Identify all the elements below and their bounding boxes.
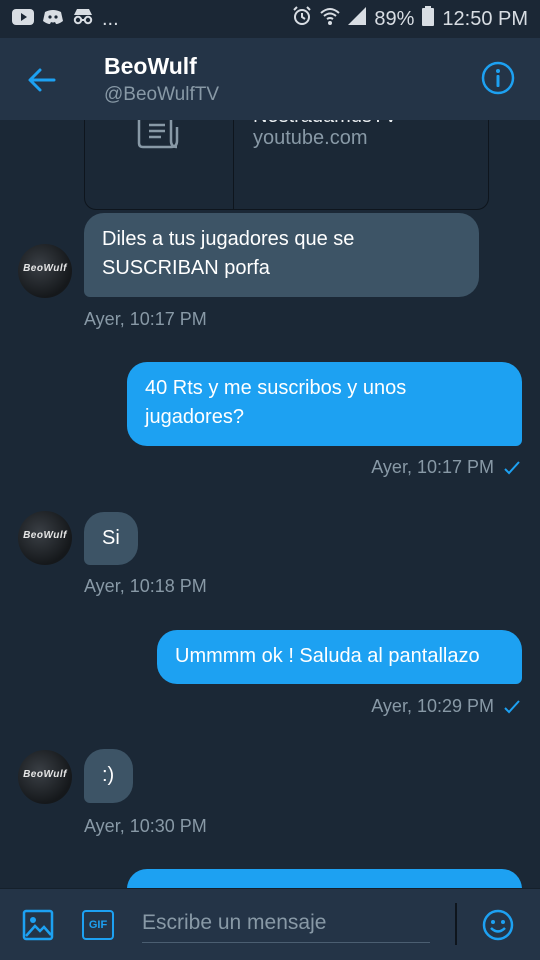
link-preview-card[interactable]: NostradamusTV youtube.com — [84, 120, 489, 210]
avatar-logo: BeoWulf — [23, 530, 67, 541]
add-photo-button[interactable] — [22, 909, 54, 946]
message-timestamp: Ayer, 10:18 PM — [84, 576, 207, 596]
discord-notification-icon — [42, 8, 64, 31]
wifi-icon — [320, 6, 341, 32]
message-timestamp: Ayer, 10:30 PM — [84, 816, 207, 836]
message-timestamp: Ayer, 10:29 PM — [371, 696, 494, 716]
message-input[interactable] — [142, 903, 430, 943]
status-time: 12:50 PM — [442, 7, 528, 30]
image-icon — [22, 909, 54, 941]
read-check-icon — [504, 460, 520, 474]
more-notifications-indicator: ... — [102, 7, 119, 30]
link-preview-domain: youtube.com — [253, 127, 368, 149]
emoji-button[interactable] — [482, 909, 514, 946]
back-button[interactable] — [24, 62, 60, 98]
read-check-icon — [504, 699, 520, 713]
message-text: Ummmm ok ! Saluda al pantallazo — [175, 645, 480, 667]
message-bubble-outgoing[interactable]: 40 Rts y me suscribos y unos jugadores? — [127, 362, 522, 446]
emoji-icon — [482, 909, 514, 941]
youtube-notification-icon — [12, 8, 34, 31]
avatar-logo: BeoWulf — [23, 769, 67, 780]
incognito-notification-icon — [72, 7, 94, 31]
link-preview-thumbnail — [85, 120, 234, 209]
message-bubble-incoming[interactable]: Si — [84, 512, 138, 565]
arrow-left-icon — [28, 68, 56, 92]
message-bubble-outgoing-partial[interactable] — [127, 869, 522, 888]
message-bubble-incoming[interactable]: Diles a tus jugadores que se SUSCRIBAN p… — [84, 213, 479, 297]
message-text: 40 Rts y me suscribos y unos jugadores? — [145, 377, 407, 428]
message-meta: Ayer, 10:17 PM — [371, 457, 520, 478]
conversation-title[interactable]: BeoWulf @BeoWulfTV — [104, 52, 219, 108]
battery-icon — [422, 6, 435, 32]
conversation-header: BeoWulf @BeoWulfTV — [0, 38, 540, 120]
battery-percent: 89% — [374, 7, 415, 30]
document-icon — [137, 120, 179, 149]
status-bar: ... 89% 12:50 PM — [0, 0, 540, 38]
contact-handle: @BeoWulfTV — [104, 84, 220, 105]
contact-name: BeoWulf — [104, 53, 197, 79]
signal-icon — [348, 7, 367, 31]
avatar[interactable]: BeoWulf — [18, 750, 72, 804]
message-bubble-incoming[interactable]: :) — [84, 749, 133, 803]
compose-divider — [455, 903, 457, 945]
info-icon — [481, 61, 515, 95]
gif-button[interactable]: GIF — [82, 910, 114, 940]
avatar[interactable]: BeoWulf — [18, 244, 72, 298]
message-timestamp: Ayer, 10:17 PM — [84, 309, 207, 329]
message-meta: Ayer, 10:29 PM — [371, 696, 520, 717]
compose-bar: GIF — [0, 888, 540, 960]
message-timestamp: Ayer, 10:17 PM — [371, 457, 494, 477]
message-text: Si — [102, 527, 120, 549]
message-text: :) — [102, 764, 115, 786]
avatar[interactable]: BeoWulf — [18, 511, 72, 565]
info-button[interactable] — [480, 60, 516, 96]
message-text: Diles a tus jugadores que se SUSCRIBAN p… — [102, 228, 355, 279]
avatar-logo: BeoWulf — [23, 263, 67, 274]
message-list[interactable]: NostradamusTV youtube.com BeoWulf Diles … — [0, 120, 540, 888]
message-bubble-outgoing[interactable]: Ummmm ok ! Saluda al pantallazo — [157, 630, 522, 684]
alarm-icon — [292, 6, 312, 32]
